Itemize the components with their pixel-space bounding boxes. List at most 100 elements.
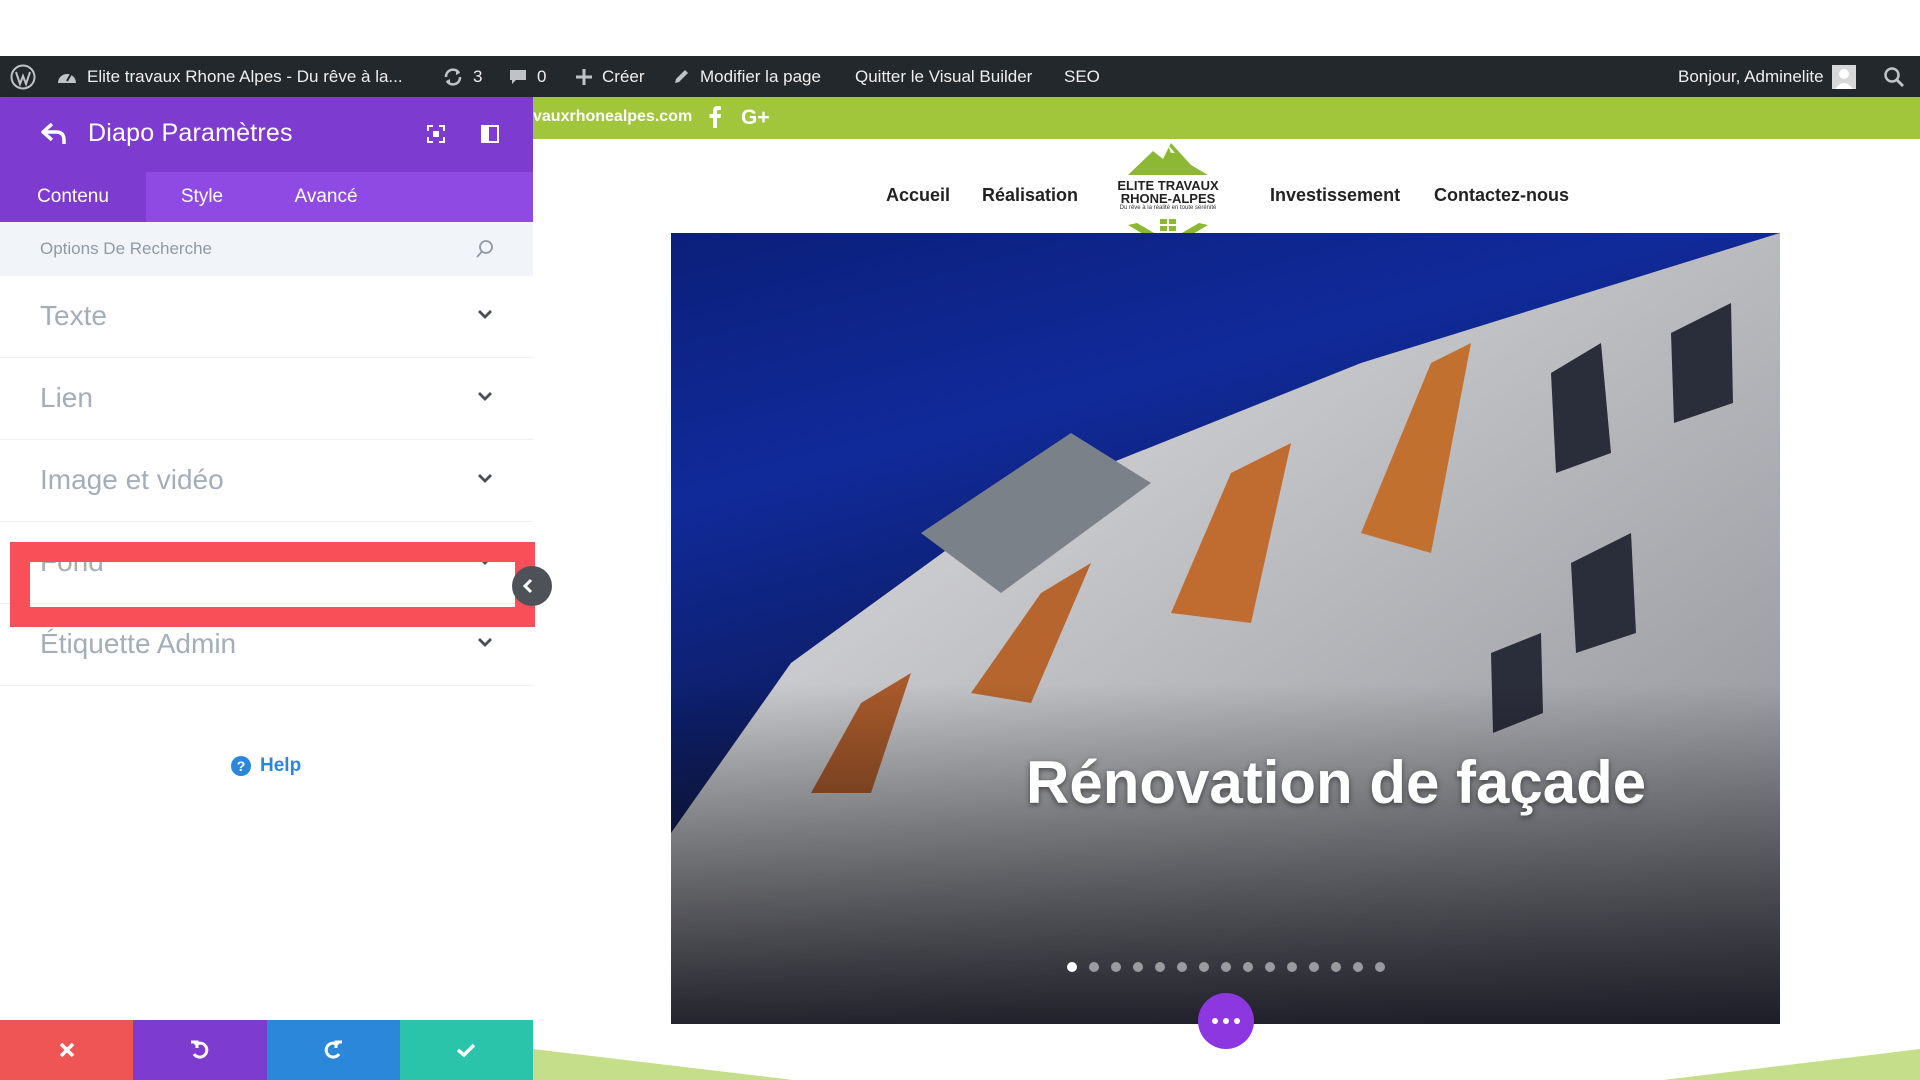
slider-dot[interactable]: [1154, 962, 1165, 972]
slider-dot[interactable]: [1286, 962, 1297, 972]
site-top-bar: vauxrhonealpes.com G+: [533, 97, 1920, 139]
site-name-link[interactable]: Elite travaux Rhone Alpes - Du rêve à la…: [56, 56, 403, 97]
slider-dot[interactable]: [1220, 962, 1231, 972]
more-options-button[interactable]: [1198, 993, 1254, 1049]
site-name: Elite travaux Rhone Alpes - Du rêve à la…: [87, 66, 403, 86]
logo-line-2: RHONE-ALPES: [1120, 191, 1216, 206]
options-search-input[interactable]: Options De Recherche: [0, 222, 533, 276]
wordpress-logo-icon[interactable]: [10, 56, 36, 97]
exit-visual-builder-link[interactable]: Quitter le Visual Builder: [855, 56, 1032, 97]
user-account-link[interactable]: Bonjour, Adminelite: [1678, 56, 1856, 97]
panel-collapse-handle[interactable]: [512, 566, 552, 606]
seo-link[interactable]: SEO: [1064, 56, 1100, 97]
create-link[interactable]: Créer: [575, 56, 645, 97]
nav-investissement[interactable]: Investissement: [1270, 185, 1400, 206]
discard-button[interactable]: [0, 1020, 134, 1080]
chevron-down-icon: [477, 636, 493, 648]
fullscreen-icon[interactable]: [426, 124, 446, 144]
toggle-image-et-video[interactable]: Image et vidéo: [0, 440, 533, 522]
facebook-icon[interactable]: [708, 106, 722, 128]
chevron-down-icon: [477, 472, 493, 484]
checkmark-icon: [457, 1043, 476, 1058]
comments-link[interactable]: 0: [508, 56, 546, 97]
seo-label: SEO: [1064, 66, 1100, 86]
svg-text:G+: G+: [741, 106, 770, 128]
slider-dot[interactable]: [1352, 962, 1363, 972]
create-label: Créer: [602, 66, 645, 86]
help-link[interactable]: ? Help: [230, 755, 301, 777]
panel-action-bar: [0, 1020, 533, 1080]
toggle-label: Texte: [40, 300, 107, 331]
module-settings-panel: Diapo Paramètres Contenu Style Avancé Op…: [0, 97, 533, 1080]
redo-button[interactable]: [266, 1020, 400, 1080]
toggle-label: Étiquette Admin: [40, 628, 237, 659]
toggle-fond[interactable]: Fond: [0, 522, 533, 604]
refresh-icon: [442, 66, 464, 88]
panel-tabs: Contenu Style Avancé: [0, 172, 533, 222]
slider-dot[interactable]: [1308, 962, 1319, 972]
help-question-icon: ?: [230, 755, 252, 777]
chevron-down-icon: [477, 308, 493, 320]
slide-background-building: [671, 233, 1780, 1024]
slider-dot[interactable]: [1374, 962, 1385, 972]
tab-contenu[interactable]: Contenu: [0, 172, 146, 222]
nav-accueil[interactable]: Accueil: [886, 185, 950, 206]
slider-dot[interactable]: [1132, 962, 1143, 972]
wp-admin-bar: Elite travaux Rhone Alpes - Du rêve à la…: [0, 56, 1920, 97]
updates-count: 3: [473, 66, 483, 86]
split-view-icon[interactable]: [480, 124, 500, 144]
chevron-down-icon: [477, 554, 493, 566]
redo-icon: [324, 1040, 343, 1059]
dashboard-gauge-icon: [56, 67, 78, 87]
panel-header: Diapo Paramètres: [0, 97, 533, 172]
site-url-link[interactable]: vauxrhonealpes.com: [533, 108, 692, 126]
chevron-down-icon: [477, 390, 493, 402]
logo-tagline: Du rêve à la réalité en toute sérénité: [1119, 205, 1217, 211]
slider-pagination: [671, 962, 1780, 972]
undo-icon: [190, 1040, 209, 1059]
back-arrow-icon[interactable]: [40, 121, 68, 147]
edit-page-label: Modifier la page: [700, 66, 821, 86]
slider-dot[interactable]: [1330, 962, 1341, 972]
toggle-lien[interactable]: Lien: [0, 358, 533, 440]
slider-dot[interactable]: [1264, 962, 1275, 972]
slider-dot[interactable]: [1242, 962, 1253, 972]
toggle-texte[interactable]: Texte: [0, 276, 533, 358]
toggle-label: Fond: [40, 546, 104, 577]
nav-contactez-nous[interactable]: Contactez-nous: [1434, 185, 1569, 206]
plus-icon: [575, 68, 593, 86]
user-greeting: Bonjour, Adminelite: [1678, 66, 1824, 86]
undo-button[interactable]: [133, 1020, 267, 1080]
google-plus-icon[interactable]: G+: [741, 106, 775, 128]
nav-realisation[interactable]: Réalisation: [982, 185, 1078, 206]
toggle-label: Lien: [40, 382, 93, 413]
slider-dot[interactable]: [1088, 962, 1099, 972]
chevron-left-icon: [522, 578, 533, 594]
updates-link[interactable]: 3: [442, 56, 482, 97]
toggle-etiquette-admin[interactable]: Étiquette Admin: [0, 604, 533, 686]
slide-title: Rénovation de façade: [1026, 749, 1647, 816]
comments-count: 0: [537, 66, 547, 86]
admin-search-icon[interactable]: [1883, 56, 1905, 97]
panel-title: Diapo Paramètres: [88, 119, 293, 147]
bottom-section-divider: [533, 1049, 1920, 1080]
tab-avance[interactable]: Avancé: [258, 172, 394, 222]
slider: Rénovation de façade: [671, 233, 1780, 1024]
search-placeholder: Options De Recherche: [40, 239, 212, 258]
toggle-label: Image et vidéo: [40, 464, 224, 495]
slider-dot[interactable]: [1198, 962, 1209, 972]
slider-dot[interactable]: [1176, 962, 1187, 972]
tab-style[interactable]: Style: [146, 172, 258, 222]
save-button[interactable]: [399, 1020, 533, 1080]
comment-bubble-icon: [508, 67, 528, 87]
svg-text:?: ?: [237, 758, 246, 774]
exit-builder-label: Quitter le Visual Builder: [855, 66, 1033, 86]
search-icon: [475, 239, 495, 259]
slider-dot[interactable]: [1110, 962, 1121, 972]
ellipsis-icon: [1212, 1018, 1240, 1024]
pencil-icon: [672, 67, 691, 86]
slider-dot[interactable]: [1066, 962, 1077, 972]
edit-page-link[interactable]: Modifier la page: [672, 56, 821, 97]
close-icon: [59, 1042, 74, 1058]
avatar: [1831, 64, 1856, 89]
